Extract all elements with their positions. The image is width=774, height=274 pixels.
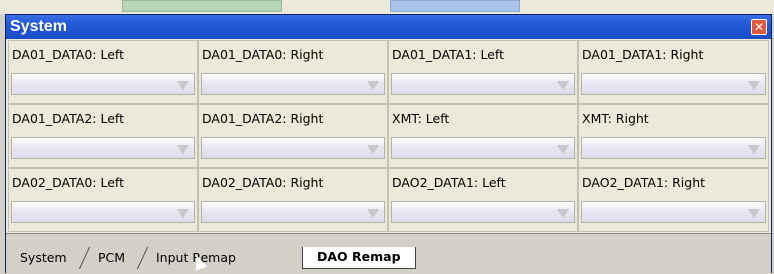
field-cell: DA02_DATA0: Right — [198, 168, 388, 232]
field-cell: DA01_DATA1: Left — [388, 40, 578, 104]
remap-dropdown[interactable] — [391, 137, 575, 159]
field-label: XMT: Right — [582, 111, 649, 126]
remap-dropdown[interactable] — [391, 73, 575, 95]
dropdown-arrow-icon[interactable] — [177, 145, 189, 154]
field-cell: XMT: Right — [578, 104, 769, 168]
field-cell: XMT: Left — [388, 104, 578, 168]
dropdown-arrow-icon[interactable] — [557, 81, 569, 90]
field-cell: DA01_DATA2: Right — [198, 104, 388, 168]
remap-dropdown[interactable] — [581, 137, 766, 159]
field-cell: DA01_DATA1: Right — [578, 40, 769, 104]
field-cell: DA01_DATA2: Left — [8, 104, 198, 168]
field-label: DAO2_DATA1: Right — [582, 175, 706, 190]
dropdown-arrow-icon[interactable] — [557, 145, 569, 154]
remap-grid: DA01_DATA0: Left DA01_DATA0: Right DA01_… — [8, 40, 769, 232]
remap-dropdown[interactable] — [11, 201, 195, 223]
remap-dropdown[interactable] — [581, 73, 766, 95]
dropdown-arrow-icon[interactable] — [748, 145, 760, 154]
dropdown-arrow-icon[interactable] — [367, 81, 379, 90]
dropdown-arrow-icon[interactable] — [748, 81, 760, 90]
system-window: System ✕ DA01_DATA0: Left DA01_DATA0: Ri… — [5, 14, 772, 274]
remap-dropdown[interactable] — [581, 201, 766, 223]
dropdown-arrow-icon[interactable] — [367, 209, 379, 218]
remap-dropdown[interactable] — [391, 201, 575, 223]
remap-dropdown[interactable] — [201, 73, 385, 95]
field-label: DA01_DATA1: Right — [582, 47, 704, 62]
remap-dropdown[interactable] — [201, 137, 385, 159]
remap-dropdown[interactable] — [11, 137, 195, 159]
tab-separator — [78, 247, 91, 269]
field-label: DA01_DATA0: Right — [202, 47, 324, 62]
dropdown-arrow-icon[interactable] — [177, 81, 189, 90]
tab-separator — [136, 247, 149, 269]
tab-pcm[interactable]: PCM — [98, 248, 125, 268]
dropdown-arrow-icon[interactable] — [367, 145, 379, 154]
field-label: DA01_DATA2: Right — [202, 111, 324, 126]
titlebar: System ✕ — [6, 15, 771, 39]
remap-dropdown[interactable] — [201, 201, 385, 223]
field-label: DA02_DATA0: Right — [202, 175, 324, 190]
tab-dao-remap[interactable]: DAO Remap — [302, 247, 416, 269]
dropdown-arrow-icon[interactable] — [557, 209, 569, 218]
background-app-segment — [390, 0, 520, 12]
background-app-segment — [122, 0, 282, 12]
field-label: XMT: Left — [392, 111, 450, 126]
field-label: DA01_DATA1: Left — [392, 47, 504, 62]
field-cell: DAO2_DATA1: Left — [388, 168, 578, 232]
background-app-strip — [0, 0, 774, 14]
field-cell: DA01_DATA0: Right — [198, 40, 388, 104]
field-label: DA02_DATA0: Left — [12, 175, 124, 190]
remap-dropdown[interactable] — [11, 73, 195, 95]
field-label: DA01_DATA2: Left — [12, 111, 124, 126]
tab-system[interactable]: System — [20, 248, 67, 268]
field-cell: DA02_DATA0: Left — [8, 168, 198, 232]
close-icon[interactable]: ✕ — [751, 19, 767, 35]
tab-bar: System PCM Input Remap DAO Remap — [6, 233, 771, 274]
dropdown-arrow-icon[interactable] — [748, 209, 760, 218]
field-label: DA01_DATA0: Left — [12, 47, 124, 62]
field-cell: DAO2_DATA1: Right — [578, 168, 769, 232]
field-cell: DA01_DATA0: Left — [8, 40, 198, 104]
dropdown-arrow-icon[interactable] — [177, 209, 189, 218]
field-label: DAO2_DATA1: Left — [392, 175, 506, 190]
window-title: System — [10, 18, 67, 35]
